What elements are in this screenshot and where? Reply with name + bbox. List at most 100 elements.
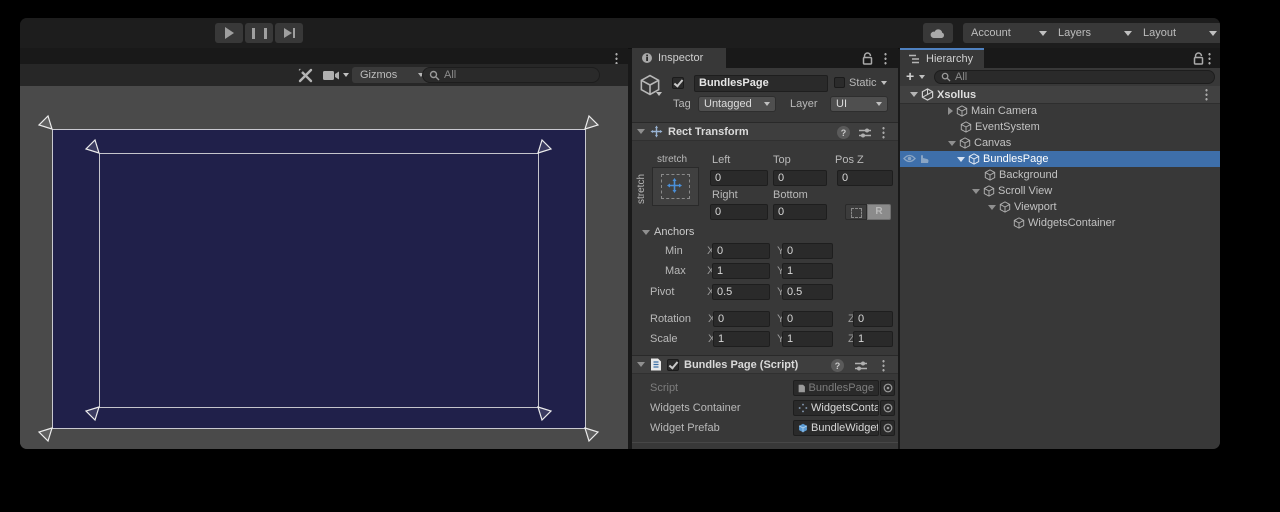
- gizmos-dropdown[interactable]: Gizmos: [352, 67, 432, 83]
- hierarchy-item-bundlespage-selected[interactable]: BundlesPage: [900, 151, 1220, 167]
- gameobject-icon-caret[interactable]: [656, 92, 662, 96]
- layers-dropdown[interactable]: Layers: [1050, 23, 1140, 43]
- widget-prefab-field[interactable]: BundleWidget: [793, 420, 879, 436]
- presets-icon[interactable]: [854, 360, 868, 372]
- create-button[interactable]: +: [906, 68, 914, 84]
- lock-icon[interactable]: [862, 52, 873, 65]
- hierarchy-panel: Hierarchy + All Xsollus: [900, 48, 1220, 449]
- item-label: Canvas: [974, 137, 1011, 149]
- rect-transform-header[interactable]: Rect Transform ?: [632, 122, 898, 141]
- scale-y-field[interactable]: 1: [782, 331, 833, 347]
- presets-icon[interactable]: [858, 127, 872, 139]
- widgets-container-value: WidgetsContaine: [811, 401, 879, 415]
- anchors-foldout-icon[interactable]: [642, 230, 650, 235]
- gameobject-active-checkbox[interactable]: [672, 77, 684, 89]
- widgets-container-field[interactable]: WidgetsContaine: [793, 400, 879, 416]
- hierarchy-item-scroll-view[interactable]: Scroll View: [900, 183, 1220, 199]
- rotation-z-field[interactable]: 0: [853, 311, 893, 327]
- gameobject-name-field[interactable]: BundlesPage: [694, 75, 828, 92]
- static-checkbox[interactable]: [834, 77, 845, 88]
- pivot-x-field[interactable]: 0.5: [712, 284, 770, 300]
- layout-dropdown[interactable]: Layout: [1135, 23, 1220, 43]
- script-component-header[interactable]: Bundles Page (Script) ?: [632, 355, 898, 374]
- cloud-services-button[interactable]: [923, 23, 953, 43]
- item-label: Scroll View: [998, 185, 1052, 197]
- scale-z-field[interactable]: 1: [853, 331, 893, 347]
- visibility-eye-icon[interactable]: [903, 154, 916, 163]
- pickability-hand-icon[interactable]: [918, 153, 929, 164]
- stretch-vertical-label: stretch: [636, 174, 647, 204]
- scene-search-input[interactable]: All: [422, 67, 600, 83]
- hierarchy-item-eventsystem[interactable]: EventSystem: [900, 119, 1220, 135]
- blueprint-mode-button[interactable]: [845, 204, 867, 220]
- pivot-y-field[interactable]: 0.5: [782, 284, 833, 300]
- right-field[interactable]: 0: [710, 204, 768, 220]
- camera-dropdown-caret-icon[interactable]: [343, 73, 349, 77]
- help-icon[interactable]: ?: [831, 359, 844, 372]
- account-dropdown[interactable]: Account: [963, 23, 1055, 43]
- min-label: Min: [665, 245, 683, 257]
- static-flags-caret-icon[interactable]: [881, 81, 887, 85]
- anchors-max-y-field[interactable]: 1: [782, 263, 833, 279]
- component-menu-kebab-icon[interactable]: [882, 126, 885, 139]
- scene-menu-kebab-icon[interactable]: [1205, 88, 1208, 101]
- foldout-collapsed-icon[interactable]: [948, 107, 953, 115]
- object-picker-icon[interactable]: [880, 400, 895, 416]
- pause-button[interactable]: [245, 23, 273, 43]
- hierarchy-item-viewport[interactable]: Viewport: [900, 199, 1220, 215]
- object-picker-icon[interactable]: [880, 380, 895, 396]
- lock-icon[interactable]: [1193, 52, 1204, 65]
- hierarchy-item-canvas[interactable]: Canvas: [900, 135, 1220, 151]
- layer-dropdown[interactable]: UI: [830, 96, 888, 112]
- scale-x-field[interactable]: 1: [713, 331, 770, 347]
- hierarchy-item-widgetscontainer[interactable]: WidgetsContainer: [900, 215, 1220, 231]
- scene-camera-icon[interactable]: [323, 70, 340, 81]
- rotation-label: Rotation: [650, 313, 691, 325]
- foldout-expanded-icon[interactable]: [957, 157, 965, 162]
- anchor-presets-button[interactable]: [652, 167, 699, 206]
- posz-field[interactable]: 0: [837, 170, 893, 186]
- hierarchy-scene-row[interactable]: Xsollus: [900, 86, 1220, 104]
- component-menu-kebab-icon[interactable]: [882, 359, 885, 372]
- layer-value: UI: [836, 98, 847, 110]
- gameobject-cube-icon: [1013, 217, 1025, 229]
- rotation-y-field[interactable]: 0: [782, 311, 833, 327]
- right-label: Right: [712, 189, 738, 201]
- script-component-title: Bundles Page (Script): [684, 359, 798, 371]
- anchors-min-x-field[interactable]: 0: [712, 243, 770, 259]
- anchors-label[interactable]: Anchors: [654, 226, 694, 238]
- posz-label: Pos Z: [835, 154, 864, 166]
- step-button[interactable]: [275, 23, 303, 43]
- inspector-menu-kebab-icon[interactable]: [884, 52, 887, 65]
- canvas-rect-gizmos[interactable]: [20, 86, 628, 449]
- script-field[interactable]: BundlesPage: [793, 380, 879, 396]
- tag-dropdown[interactable]: Untagged: [698, 96, 776, 112]
- tool-settings-icon[interactable]: [298, 68, 313, 83]
- foldout-expanded-icon[interactable]: [637, 362, 645, 367]
- rotation-x-field[interactable]: 0: [713, 311, 770, 327]
- foldout-expanded-icon[interactable]: [948, 141, 956, 146]
- help-icon[interactable]: ?: [837, 126, 850, 139]
- hierarchy-search-input[interactable]: All: [934, 70, 1215, 84]
- anchors-min-y-field[interactable]: 0: [782, 243, 833, 259]
- script-enabled-checkbox[interactable]: [667, 359, 679, 371]
- scene-viewport[interactable]: [20, 86, 628, 449]
- foldout-expanded-icon[interactable]: [988, 205, 996, 210]
- foldout-expanded-icon[interactable]: [972, 189, 980, 194]
- object-picker-icon[interactable]: [880, 420, 895, 436]
- raw-edit-mode-button[interactable]: R: [867, 204, 891, 220]
- tab-hierarchy[interactable]: Hierarchy: [900, 48, 984, 68]
- bottom-field[interactable]: 0: [773, 204, 827, 220]
- top-field[interactable]: 0: [773, 170, 827, 186]
- hierarchy-item-main-camera[interactable]: Main Camera: [900, 103, 1220, 119]
- tab-inspector[interactable]: Inspector: [632, 48, 726, 68]
- left-field[interactable]: 0: [710, 170, 768, 186]
- foldout-expanded-icon[interactable]: [637, 129, 645, 134]
- hierarchy-item-background[interactable]: Background: [900, 167, 1220, 183]
- hierarchy-menu-kebab-icon[interactable]: [1208, 52, 1211, 65]
- anchors-max-x-field[interactable]: 1: [712, 263, 770, 279]
- create-caret-icon[interactable]: [919, 75, 925, 79]
- foldout-expanded-icon[interactable]: [910, 92, 918, 97]
- tag-label: Tag: [673, 98, 691, 110]
- play-button[interactable]: [215, 23, 243, 43]
